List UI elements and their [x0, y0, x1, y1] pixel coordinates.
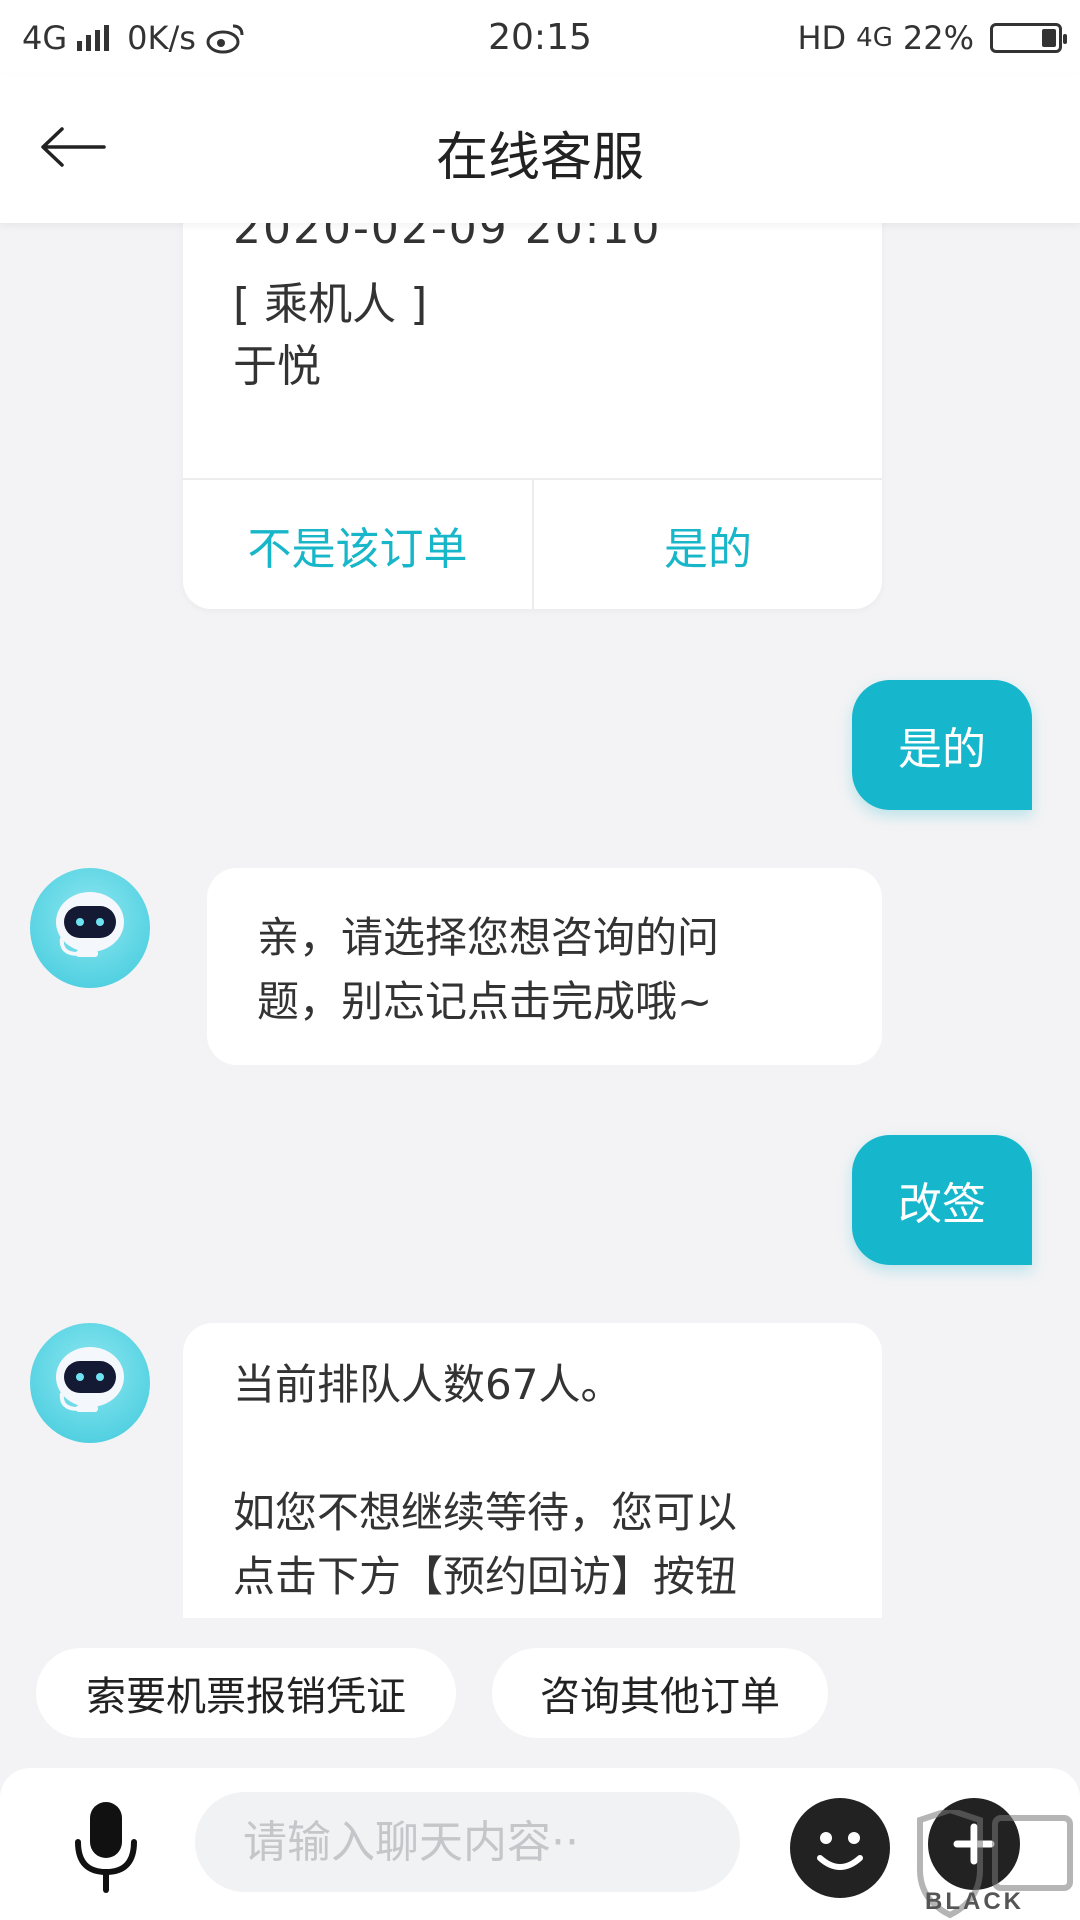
status-bar: 4G 0K/s 20:15 HD 4G 22%: [0, 0, 1080, 75]
more-button[interactable]: [928, 1798, 1020, 1890]
confirm-order-button[interactable]: 是的: [534, 480, 882, 609]
user-message-bubble: 是的: [852, 680, 1032, 810]
emoji-button[interactable]: [790, 1798, 890, 1898]
bot-message-line: 亲，请选择您想咨询的问: [257, 913, 720, 962]
chat-area[interactable]: 2020-02-09 20:10 [ 乘机人 ] 于悦 不是该订单 是的 是的 …: [0, 223, 1080, 1618]
bot-message-line: 如您不想继续等待，您可以: [233, 1488, 738, 1537]
battery-percent: 22%: [902, 18, 974, 57]
signal-icon: [77, 24, 110, 51]
plus-icon: [953, 1823, 995, 1865]
robot-icon: [56, 1347, 124, 1412]
quick-replies: 索要机票报销凭证 咨询其他订单: [0, 1618, 1080, 1758]
bot-message-spacer: [233, 1417, 882, 1481]
battery-icon: [990, 22, 1067, 53]
order-date: 2020-02-09 20:10: [233, 223, 662, 254]
network-type: 4G: [22, 18, 68, 57]
user-message-bubble: 改签: [852, 1135, 1032, 1265]
emoji-icon: [817, 1832, 863, 1870]
network-speed: 0K/s: [127, 18, 196, 57]
bot-avatar: [30, 1323, 150, 1443]
chat-input[interactable]: [195, 1792, 740, 1892]
watermark-text: BLACK CAT: [925, 1888, 1024, 1920]
quick-reply-other-orders[interactable]: 咨询其他订单: [492, 1648, 828, 1738]
app-header: 在线客服: [0, 75, 1080, 223]
quick-reply-reimbursement[interactable]: 索要机票报销凭证: [36, 1648, 456, 1738]
order-confirm-card: 2020-02-09 20:10 [ 乘机人 ] 于悦 不是该订单 是的: [183, 223, 882, 609]
network-type-right: 4G: [856, 22, 893, 53]
hd-indicator: HD: [797, 18, 847, 57]
not-this-order-button[interactable]: 不是该订单: [183, 480, 532, 609]
passenger-label: [ 乘机人 ]: [233, 279, 428, 330]
bot-message-bubble: 亲，请选择您想咨询的问 题，别忘记点击完成哦~: [207, 868, 882, 1065]
bot-message-bubble: 当前排队人数67人。 如您不想继续等待，您可以 点击下方【预约回访】按钮: [183, 1323, 882, 1618]
bot-message-line: 当前排队人数67人。: [233, 1360, 623, 1409]
input-bar: [0, 1768, 1080, 1920]
bot-message-line: 点击下方【预约回访】按钮: [233, 1552, 738, 1601]
robot-icon: [56, 892, 124, 957]
bot-avatar: [30, 868, 150, 988]
status-left: 4G 0K/s: [22, 19, 246, 57]
voice-button[interactable]: [66, 1798, 146, 1894]
page-title: 在线客服: [435, 128, 644, 188]
status-right: HD 4G 22%: [797, 18, 1067, 57]
bot-message-line: 题，别忘记点击完成哦~: [257, 977, 713, 1026]
microphone-icon: [75, 1802, 137, 1893]
passenger-name: 于悦: [233, 341, 321, 392]
weibo-icon: [206, 24, 244, 53]
